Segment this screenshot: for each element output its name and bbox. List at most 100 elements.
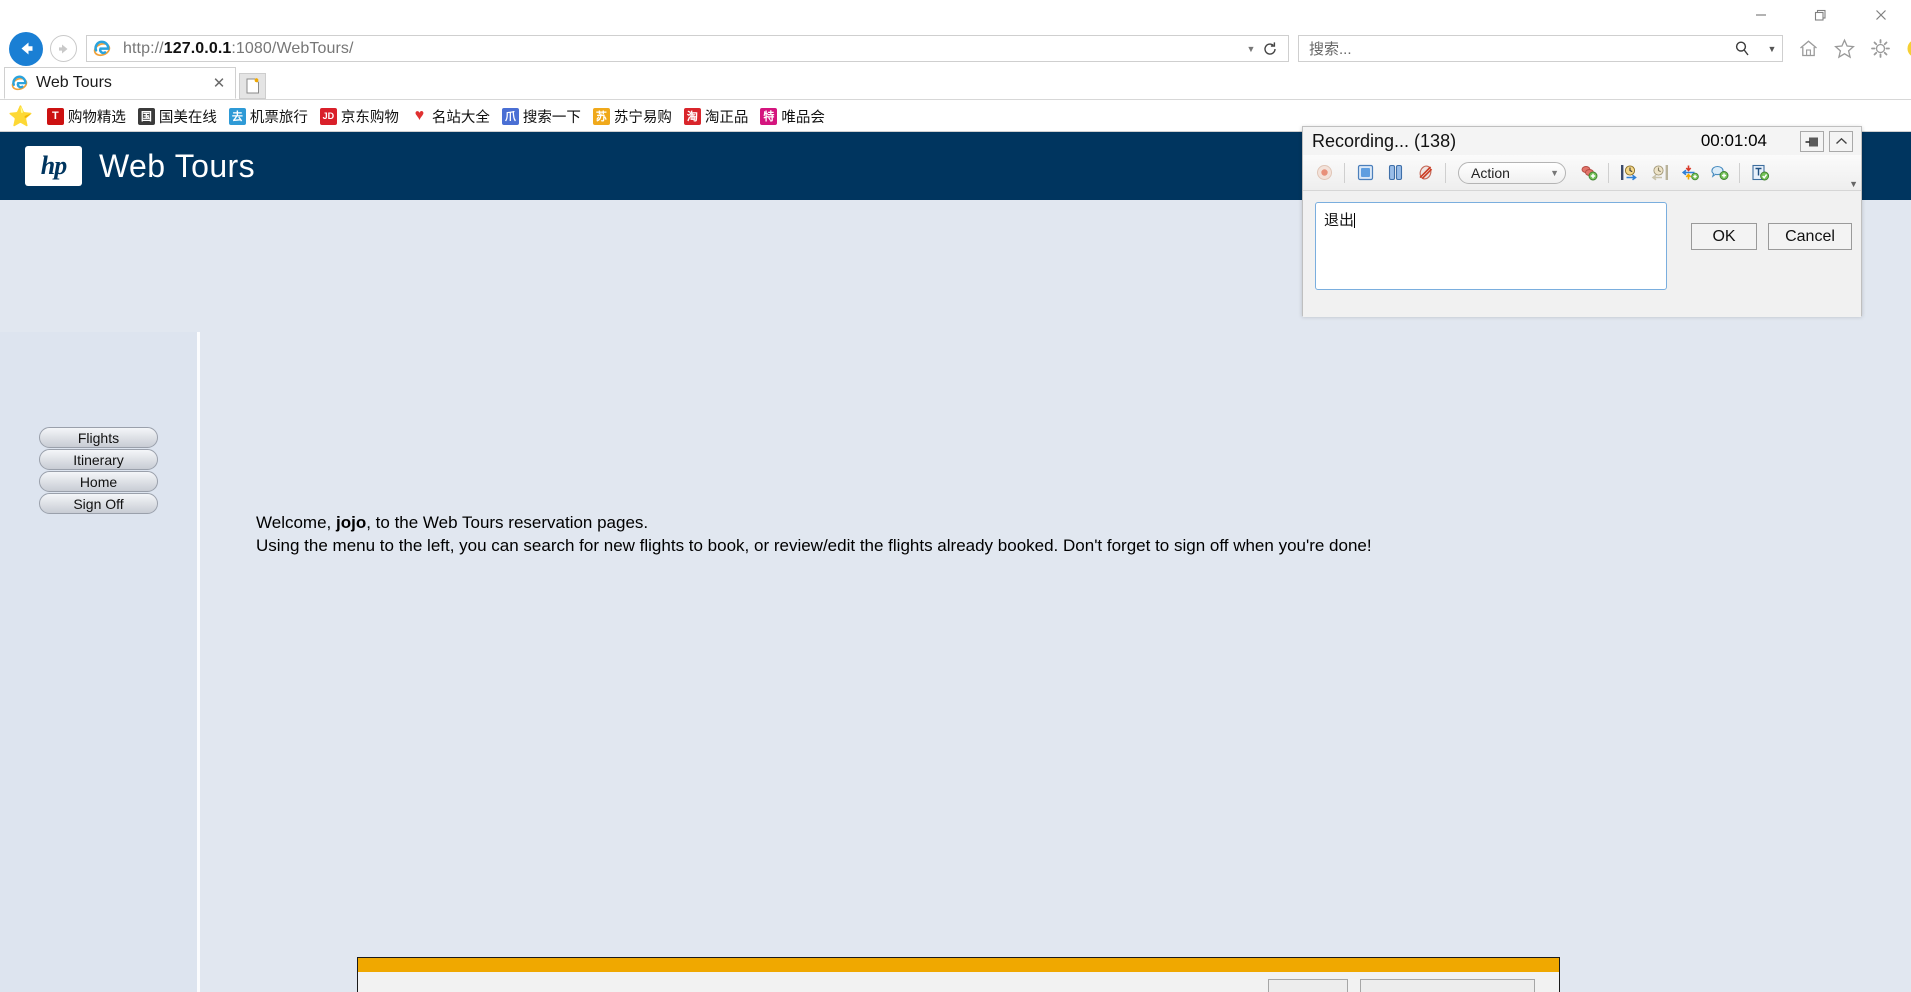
cancel-button[interactable]: Cancel [1768,223,1852,250]
search-icon[interactable] [1734,40,1762,57]
welcome-prefix: Welcome, [256,513,336,532]
window-controls [1731,0,1911,30]
sidebar-item-itinerary[interactable]: Itinerary [39,449,158,470]
address-dropdown-icon[interactable]: ▼ [1240,44,1262,54]
home-icon[interactable] [1793,34,1823,64]
insert-text-check-icon[interactable] [1745,159,1775,187]
favorites-star-icon[interactable] [1829,34,1859,64]
smiley-icon[interactable] [1901,34,1911,64]
action-dropdown[interactable]: Action ▼ [1458,161,1566,184]
sidebar-item-label: Flights [77,429,120,446]
sidebar: Flights Itinerary Home Sign Off [0,332,200,992]
start-transaction-icon[interactable] [1614,159,1644,187]
toolbar-separator [1344,162,1345,183]
welcome-suffix: , to the Web Tours reservation pages. [366,513,649,532]
browser-navigation-bar: http://127.0.0.1:1080/WebTours/ ▼ 搜索... … [0,30,1911,67]
hp-logo-text: hp [40,151,67,180]
window-titlebar [0,0,1911,30]
record-icon[interactable] [1309,159,1339,187]
minimize-button[interactable] [1731,0,1791,30]
bookmark-item[interactable]: JD 京东购物 [319,106,399,127]
bookmark-label: 名站大全 [431,109,490,126]
hp-logo: hp [25,146,82,186]
sidebar-item-label: Home [79,473,118,490]
comment-textarea[interactable]: 退出 [1315,202,1667,290]
collapse-chevron-up-icon[interactable] [1829,131,1853,152]
bookmark-item[interactable]: 国 国美在线 [137,106,217,127]
bookmark-item[interactable]: 苏 苏宁易购 [592,106,672,127]
pause-icon[interactable] [1380,159,1410,187]
notification-stripe [358,958,1559,972]
end-transaction-icon[interactable] [1644,159,1674,187]
insert-action-icon[interactable] [1573,159,1603,187]
bookmark-item[interactable]: 爪 搜索一下 [501,106,581,127]
address-bar[interactable]: http://127.0.0.1:1080/WebTours/ ▼ [86,35,1289,62]
gear-icon[interactable] [1865,34,1895,64]
insert-rendezvous-icon[interactable] [1674,159,1704,187]
bookmark-label: 购物精选 [67,109,126,126]
bookmark-favicon: ♥ [414,107,425,124]
bookmark-label: 国美在线 [158,109,217,126]
bookmark-item[interactable]: 去 机票旅行 [228,106,308,127]
bookmark-item[interactable]: 淘 淘正品 [683,106,748,127]
notification-secondary-button[interactable] [1360,979,1535,992]
toolbar-overflow-chevron-icon[interactable]: ▼ [1849,179,1858,189]
sidebar-item-flights[interactable]: Flights [39,427,158,448]
forward-button[interactable] [50,35,77,62]
chevron-down-icon: ▼ [1550,167,1559,178]
recording-title-bar: Recording... (138) 00:01:04 [1303,127,1861,155]
toolbar-separator [1739,162,1740,183]
bookmark-label: 机票旅行 [249,109,308,126]
bookmark-label: 京东购物 [340,109,399,126]
search-input[interactable]: 搜索... [1299,38,1734,59]
bookmark-favicon: T [46,107,64,125]
toolbar-separator [1608,162,1609,183]
tab-close-icon[interactable]: ✕ [209,74,229,92]
search-box[interactable]: 搜索... ▼ [1298,35,1783,62]
bookmark-favicon: 苏 [592,107,610,125]
notification-primary-button[interactable] [1268,979,1348,992]
bookmark-item[interactable]: T 购物精选 [46,106,126,127]
dock-icon[interactable] [1800,131,1824,152]
sidebar-item-signoff[interactable]: Sign Off [39,493,158,514]
recording-status-label: Recording... (138) [1312,130,1457,151]
bookmark-item[interactable]: ♥ 名站大全 [411,106,490,127]
tab-favicon [11,75,28,92]
notification-bar [357,957,1560,992]
brand-tours: Tours [174,147,255,184]
bookmark-item[interactable]: 特 唯品会 [760,106,825,127]
recording-toolbar: Action ▼ ▼ [1303,155,1861,191]
ie-favicon [93,40,115,58]
search-dropdown-icon[interactable]: ▼ [1762,44,1782,54]
action-dropdown-value: Action [1471,164,1510,181]
bookmark-favicon: 去 [228,107,246,125]
new-tab-button[interactable] [239,73,266,99]
bookmark-label: 搜索一下 [522,109,581,126]
recording-window-buttons [1800,131,1853,152]
welcome-line-1: Welcome, jojo, to the Web Tours reservat… [256,512,1372,535]
reload-icon[interactable] [1262,41,1288,57]
tab-web-tours[interactable]: Web Tours ✕ [4,67,236,99]
bookmark-favicon: 特 [760,107,778,125]
close-button[interactable] [1851,0,1911,30]
welcome-username: jojo [336,513,367,532]
bookmark-favicon: 淘 [683,107,701,125]
brand-web: Web [99,147,166,184]
stop-icon[interactable] [1350,159,1380,187]
favorites-bar-star-icon[interactable]: ⭐ [8,104,33,129]
recording-toolbar-panel: Recording... (138) 00:01:04 Action ▼ ▼ 退… [1302,126,1862,317]
restore-button[interactable] [1791,0,1851,30]
back-button[interactable] [9,31,43,66]
ok-button[interactable]: OK [1691,223,1757,250]
welcome-line-2: Using the menu to the left, you can sear… [256,535,1372,555]
url-host: 127.0.0.1 [163,39,232,57]
insert-comment-icon[interactable] [1704,159,1734,187]
bookmark-favicon: 国 [137,107,155,125]
tab-title: Web Tours [36,74,112,91]
sidebar-item-home[interactable]: Home [39,471,158,492]
text-caret [1354,213,1356,228]
page-title: Web Tours [99,148,255,185]
cancel-recording-icon[interactable] [1410,159,1440,187]
dialog-buttons: OK Cancel [1691,223,1852,250]
recording-timer: 00:01:04 [1700,131,1767,150]
